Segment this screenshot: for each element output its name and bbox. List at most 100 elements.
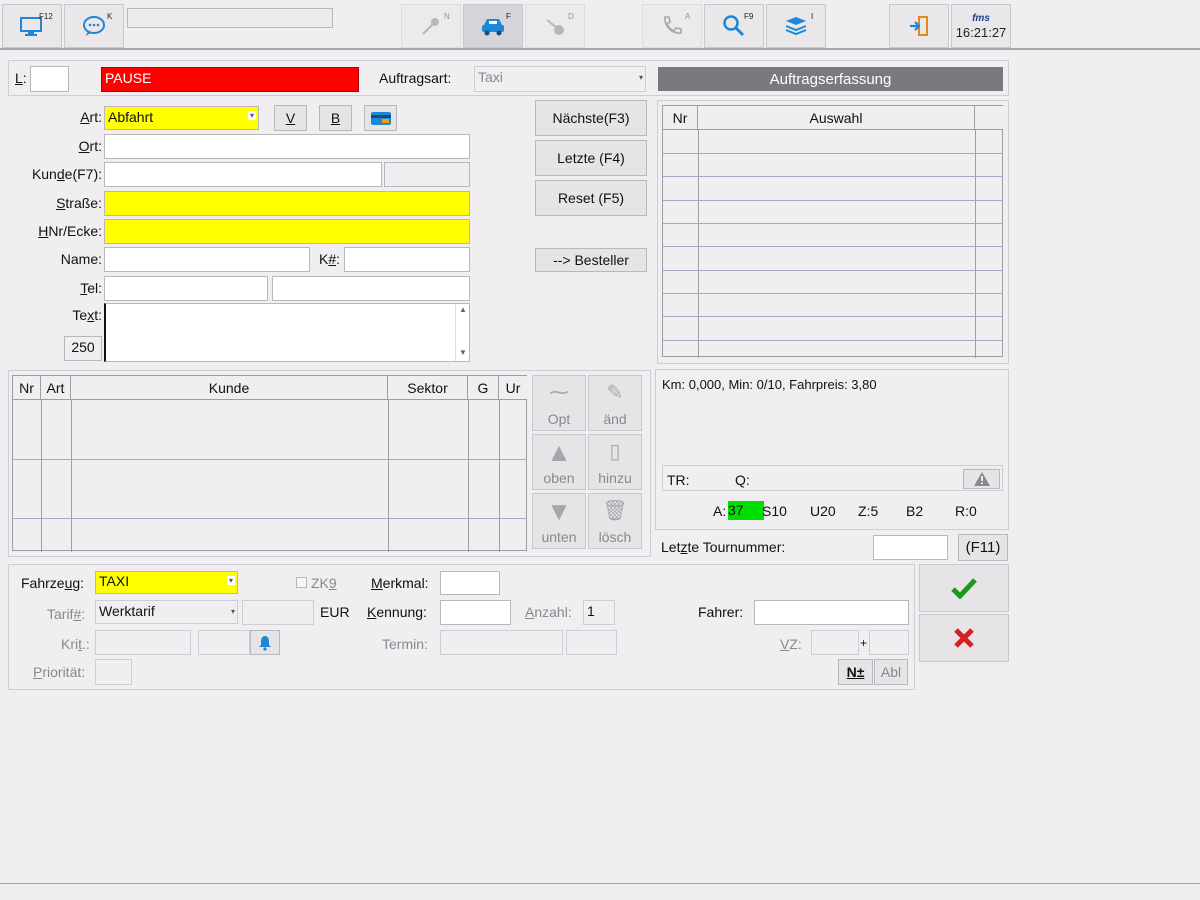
- l-input[interactable]: [30, 66, 69, 92]
- phone-button[interactable]: A: [642, 4, 702, 48]
- oben-button[interactable]: ▲ oben: [532, 434, 586, 490]
- anzahl-label: Anzahl:: [525, 604, 572, 620]
- fahrer-input[interactable]: [754, 600, 909, 625]
- hnr-input[interactable]: [104, 219, 470, 244]
- auftragsart-select[interactable]: Taxi ▾: [474, 66, 646, 92]
- route-col-nr: Nr: [13, 376, 41, 400]
- checkmark-icon: [951, 578, 977, 599]
- message-field[interactable]: [127, 8, 333, 28]
- merkmal-input[interactable]: [440, 571, 500, 595]
- microphone-key: N: [444, 12, 450, 21]
- logout-button[interactable]: [889, 4, 949, 48]
- tour-number-input[interactable]: [873, 535, 948, 560]
- microphone-button[interactable]: N: [401, 4, 461, 48]
- route-col-kunde: Kunde: [71, 376, 388, 400]
- tarif-amount-field[interactable]: [242, 600, 314, 625]
- cancel-button[interactable]: [919, 614, 1009, 662]
- fahrer-label: Fahrer:: [698, 604, 744, 620]
- krit-input[interactable]: [95, 630, 191, 655]
- v-button[interactable]: V: [274, 105, 307, 131]
- toolbar: F12 K N F D A F9 I fms 16:21:27: [0, 0, 1200, 50]
- aendern-button[interactable]: ✎ änd: [588, 375, 642, 431]
- tool-key: D: [568, 12, 574, 21]
- car-button[interactable]: F: [463, 4, 523, 48]
- search-button[interactable]: F9: [704, 4, 764, 48]
- vz-input[interactable]: [811, 630, 859, 655]
- prioritaet-input[interactable]: [95, 659, 132, 685]
- bell-button[interactable]: [250, 630, 280, 655]
- name-label: Name:: [60, 251, 102, 267]
- opt-button[interactable]: ⁓ Opt: [532, 375, 586, 431]
- chat-bubble-icon: [83, 16, 105, 36]
- s-value: S10: [762, 503, 787, 519]
- fahrzeug-value: TAXI: [99, 573, 130, 589]
- k-number-input[interactable]: [344, 247, 470, 272]
- fahrzeug-select[interactable]: TAXI ▾: [95, 571, 238, 594]
- termin-date-input[interactable]: [440, 630, 563, 655]
- besteller-button[interactable]: --> Besteller: [535, 248, 647, 272]
- next-button[interactable]: Nächste(F3): [535, 100, 647, 136]
- krit-extra-input[interactable]: [198, 630, 250, 655]
- z-value: Z:5: [858, 503, 879, 519]
- hinzu-button[interactable]: ▯ hinzu: [588, 434, 642, 490]
- tool-button[interactable]: D: [525, 4, 585, 48]
- confirm-button[interactable]: [919, 564, 1009, 612]
- text-scrollbar[interactable]: ▲ ▼: [455, 304, 469, 361]
- tr-label: TR:: [667, 472, 690, 488]
- microphone-icon: [422, 18, 439, 35]
- f11-button[interactable]: (F11): [958, 534, 1008, 561]
- unten-button[interactable]: ▼ unten: [532, 493, 586, 549]
- prioritaet-label: Priorität:: [33, 664, 86, 680]
- tel-extra-input[interactable]: [272, 276, 470, 301]
- clock: fms 16:21:27: [951, 4, 1011, 48]
- tour-label: Letzte Tournummer:: [661, 539, 786, 555]
- text-counter: 250: [64, 336, 102, 361]
- arrow-down-icon: ▼: [546, 496, 572, 526]
- q-label: Q:: [735, 472, 750, 488]
- ort-label: Ort:: [78, 138, 102, 154]
- vz-label: VZ:: [780, 636, 802, 652]
- b-value: B2: [906, 503, 924, 519]
- chat-button[interactable]: K: [64, 4, 124, 48]
- card-button[interactable]: [364, 105, 397, 131]
- text-area[interactable]: ▲ ▼: [104, 303, 470, 362]
- warning-button[interactable]: [963, 469, 1000, 489]
- scroll-down-icon[interactable]: ▼: [459, 348, 467, 357]
- car-key: F: [506, 12, 511, 21]
- clock-time: 16:21:27: [955, 24, 1007, 40]
- phone-key: A: [685, 12, 691, 21]
- route-table: Nr Art Kunde Sektor G Ur: [12, 375, 527, 552]
- tel-input[interactable]: [104, 276, 268, 301]
- art-select[interactable]: Abfahrt ▾: [104, 106, 259, 130]
- a-label: A:: [713, 503, 727, 519]
- route-summary: Km: 0,000, Min: 0/10, Fahrpreis: 3,80: [662, 377, 877, 392]
- tr-q-row: [662, 465, 1003, 491]
- kunde-input[interactable]: [104, 162, 382, 187]
- tarif-value: Werktarif: [99, 603, 155, 619]
- n-plus-button[interactable]: N±: [838, 659, 873, 685]
- monitor-button[interactable]: F12: [2, 4, 62, 48]
- kunde-extra-field[interactable]: [384, 162, 470, 187]
- abl-button[interactable]: Abl: [874, 659, 908, 685]
- tarif-select[interactable]: Werktarif ▾: [95, 600, 238, 624]
- reset-button[interactable]: Reset (F5): [535, 180, 647, 216]
- loeschen-button[interactable]: 🗑 lösch: [588, 493, 642, 549]
- stack-button[interactable]: I: [766, 4, 826, 48]
- chevron-down-icon: ▾: [230, 607, 235, 616]
- name-input[interactable]: [104, 247, 310, 272]
- chevron-down-icon: ▾: [638, 73, 643, 82]
- scroll-up-icon[interactable]: ▲: [459, 305, 467, 314]
- anzahl-field[interactable]: 1: [583, 600, 615, 625]
- vz-plus-input[interactable]: [869, 630, 909, 655]
- termin-time-input[interactable]: [566, 630, 617, 655]
- strasse-input[interactable]: [104, 191, 470, 216]
- route-col-sektor: Sektor: [388, 376, 468, 400]
- b-button[interactable]: B: [319, 105, 352, 131]
- last-button[interactable]: Letzte (F4): [535, 140, 647, 176]
- route-col-ur: Ur: [499, 376, 527, 400]
- ort-input[interactable]: [104, 134, 470, 159]
- zk9-checkbox[interactable]: [296, 577, 307, 588]
- kennung-input[interactable]: [440, 600, 511, 625]
- u-value: U20: [810, 503, 836, 519]
- kennung-label: Kennung:: [367, 604, 427, 620]
